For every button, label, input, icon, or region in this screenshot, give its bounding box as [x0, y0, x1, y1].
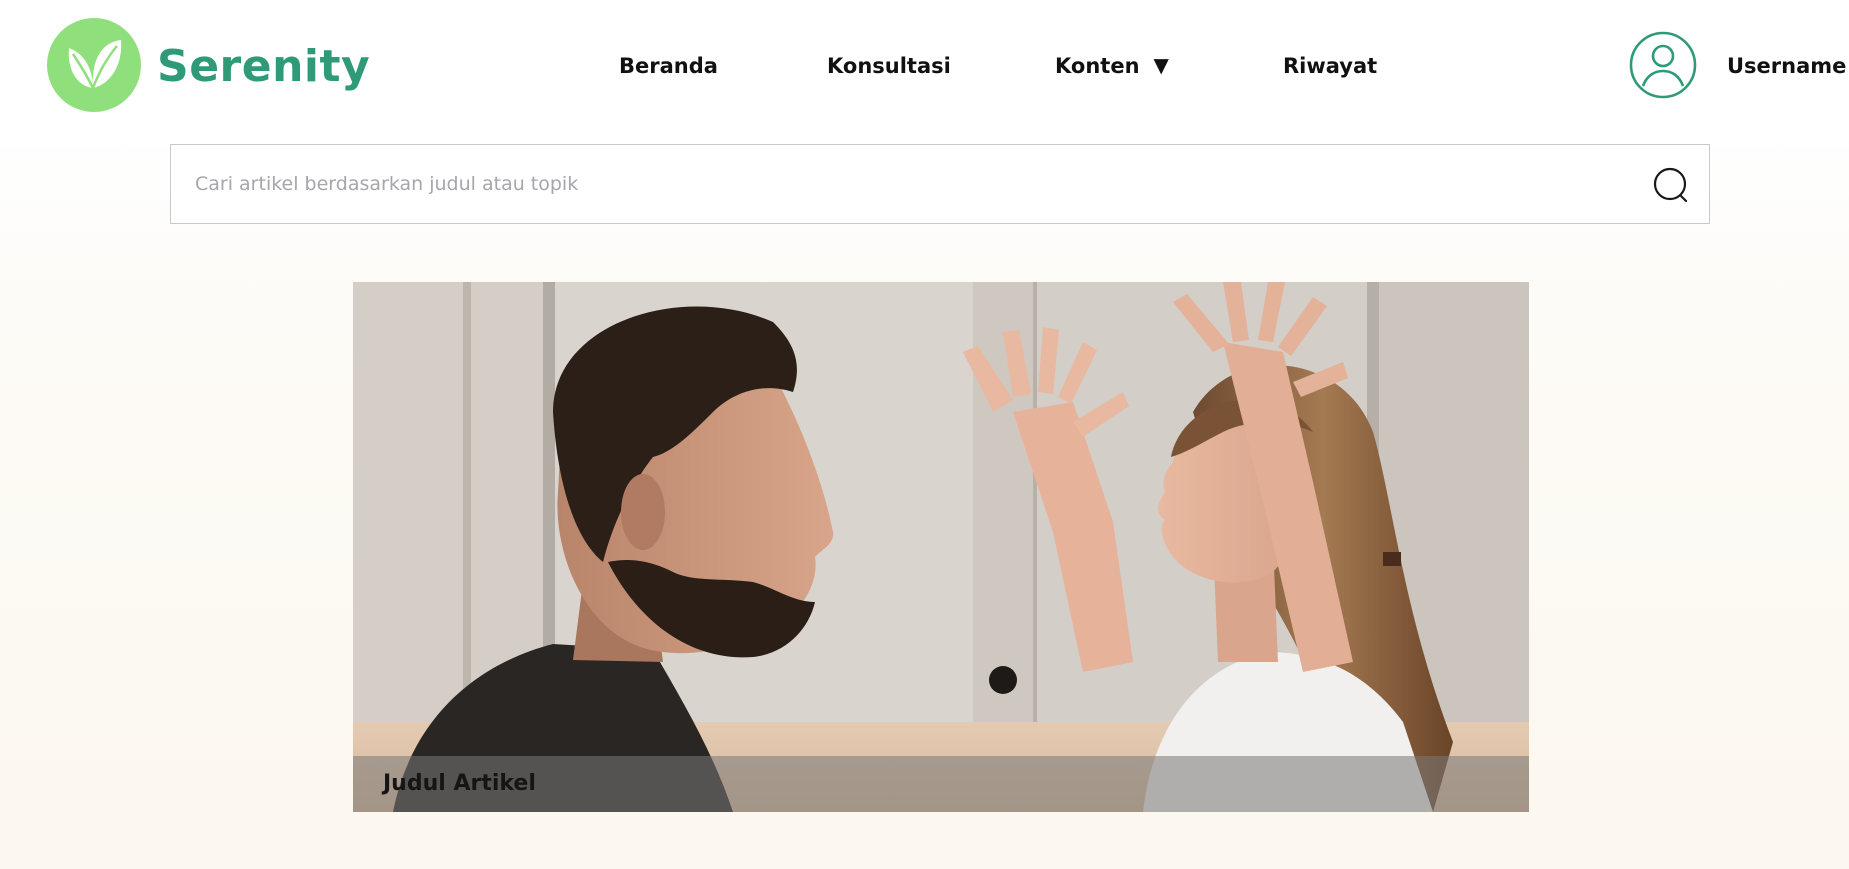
- nav-item-beranda[interactable]: Beranda: [619, 52, 718, 80]
- nav-item-konsultasi[interactable]: Konsultasi: [827, 52, 951, 80]
- user-circle-icon[interactable]: [1629, 31, 1697, 99]
- leaf-icon: [47, 18, 141, 112]
- nav-item-label: Riwayat: [1283, 54, 1378, 78]
- brand-logo-link[interactable]: Serenity: [47, 18, 370, 112]
- search-icon[interactable]: [1653, 167, 1691, 205]
- brand-name: Serenity: [157, 41, 371, 92]
- search-bar: [170, 144, 1710, 224]
- nav-item-label: Konsultasi: [827, 54, 951, 78]
- username-link[interactable]: Username: [1727, 52, 1846, 80]
- search-input[interactable]: [195, 145, 1595, 223]
- nav-item-konten-dropdown[interactable]: Konten ▼: [1055, 52, 1169, 80]
- nav-item-label: Konten: [1055, 54, 1140, 78]
- nav-item-riwayat[interactable]: Riwayat: [1283, 52, 1377, 80]
- article-photo: [353, 282, 1529, 812]
- article-caption-bar: Judul Artikel: [353, 756, 1529, 812]
- nav-item-label: Beranda: [619, 54, 718, 78]
- article-title[interactable]: Judul Artikel: [383, 770, 536, 798]
- caret-down-icon: ▼: [1153, 53, 1169, 77]
- site-header: Serenity Beranda Konsultasi Konten ▼ Riwa…: [0, 0, 1849, 132]
- article-card[interactable]: Judul Artikel: [353, 282, 1529, 812]
